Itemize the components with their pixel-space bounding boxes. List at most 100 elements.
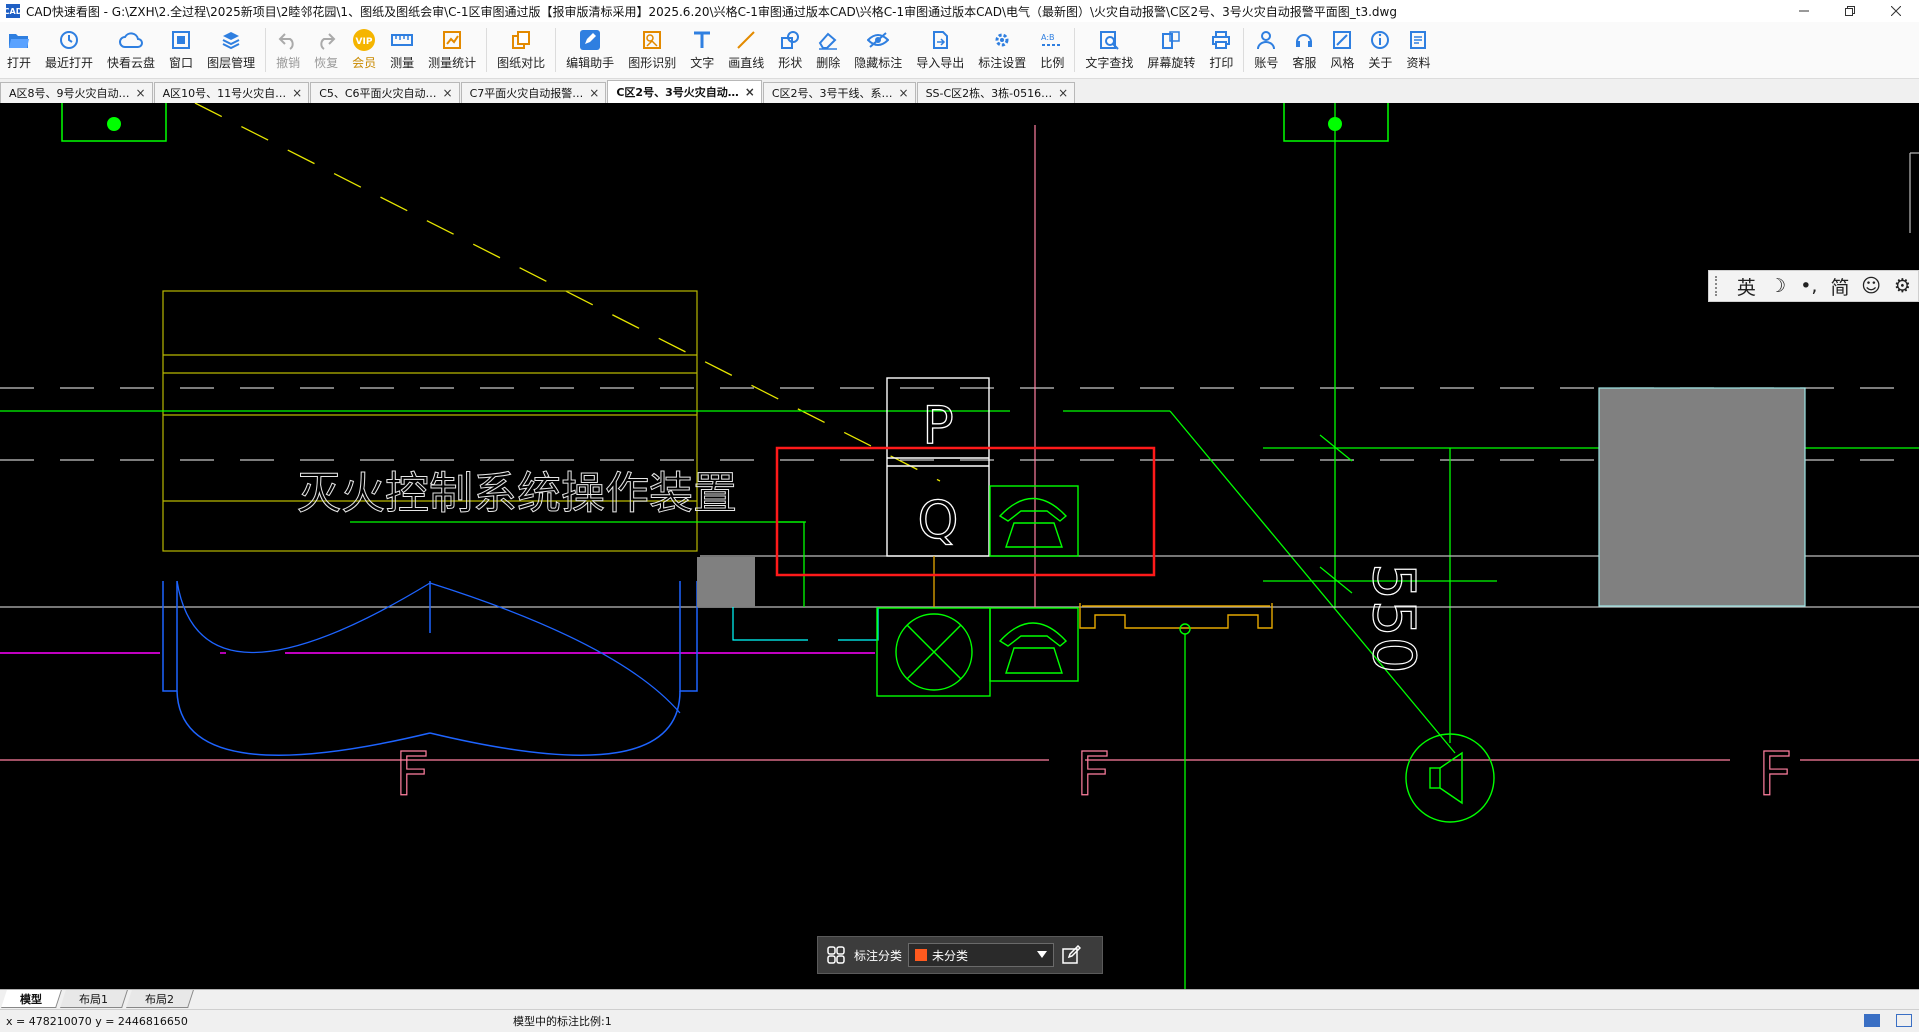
eraser-icon bbox=[819, 32, 838, 50]
headset-icon bbox=[1296, 34, 1313, 47]
rotate-screen-button[interactable]: 屏幕旋转 bbox=[1140, 22, 1202, 78]
text-search-icon bbox=[1100, 31, 1120, 50]
app-logo-icon: CAD bbox=[4, 4, 22, 18]
close-tab-icon[interactable]: × bbox=[443, 86, 453, 100]
gray-square bbox=[697, 557, 755, 607]
shape-recognize-button[interactable]: 图形识别 bbox=[621, 22, 683, 78]
tab-a-10-11[interactable]: A区10号、11号火灾自… × bbox=[153, 82, 310, 103]
account-button[interactable]: 账号 bbox=[1247, 22, 1285, 78]
drag-grip-icon[interactable] bbox=[1715, 276, 1723, 296]
style-icon bbox=[1333, 31, 1352, 49]
tab-c-2-3-trunk[interactable]: C区2号、3号干线、系… × bbox=[762, 82, 916, 103]
shape-button[interactable]: 形状 bbox=[771, 22, 809, 78]
ime-punctuation-toggle[interactable]: •, bbox=[1793, 275, 1824, 297]
document-tab-bar: A区8号、9号火灾自动… × A区10号、11号火灾自… × C5、C6平面火灾自动… bbox=[0, 79, 1919, 104]
annotation-category-select[interactable]: 未分类 bbox=[908, 943, 1055, 967]
main-toolbar: 打开 最近打开 快看云盘 窗口 图层管理 撤销 恢复 VIP 会员 测量 测量统… bbox=[0, 22, 1919, 79]
compare-button[interactable]: 图纸对比 bbox=[490, 22, 552, 78]
user-icon bbox=[1257, 31, 1276, 50]
status-bar: x = 478210070 y = 2446816650 模型中的标注比例:1 bbox=[0, 1009, 1919, 1032]
tab-c-2-3-active[interactable]: C区2号、3号火灾自动… × bbox=[607, 80, 762, 103]
shape-recognize-icon bbox=[643, 31, 662, 49]
status-view-icon[interactable] bbox=[1864, 1014, 1880, 1027]
undo-icon bbox=[278, 33, 294, 50]
import-export-icon bbox=[933, 31, 949, 49]
info-icon bbox=[1371, 31, 1390, 49]
tab-layout-1[interactable]: 布局1 bbox=[60, 990, 128, 1008]
open-button[interactable]: 打开 bbox=[0, 22, 38, 78]
annotation-scale: 模型中的标注比例:1 bbox=[513, 1015, 612, 1028]
minimize-button[interactable] bbox=[1781, 0, 1827, 22]
layer-manager-button[interactable]: 图层管理 bbox=[200, 22, 262, 78]
tab-ss-c-2-3[interactable]: SS-C区2栋、3栋-0516… × bbox=[916, 82, 1076, 103]
import-export-button[interactable]: 导入导出 bbox=[909, 22, 971, 78]
redo-button[interactable]: 恢复 bbox=[307, 22, 345, 78]
scale-icon: A:B bbox=[1041, 33, 1063, 46]
close-tab-icon[interactable]: × bbox=[136, 86, 146, 100]
ime-toolbar: 英 ☽ •, 简 ☺ ⚙ bbox=[1708, 270, 1919, 302]
documents-icon bbox=[1410, 31, 1427, 49]
annotation-settings-icon bbox=[995, 33, 1009, 47]
cursor-coordinates: x = 478210070 y = 2446816650 bbox=[6, 1014, 188, 1028]
tab-model[interactable]: 模型 bbox=[1, 990, 62, 1008]
ime-english-toggle[interactable]: 英 bbox=[1731, 273, 1762, 300]
close-tab-icon[interactable]: × bbox=[1058, 86, 1068, 100]
measure-button[interactable]: 测量 bbox=[383, 22, 421, 78]
ime-settings-icon[interactable]: ⚙ bbox=[1887, 275, 1918, 297]
text-search-button[interactable]: 文字查找 bbox=[1078, 22, 1140, 78]
cad-drawing-canvas[interactable]: 灭火控制系统操作装置 P Q 550 F F F bbox=[0, 103, 1919, 989]
undo-button[interactable]: 撤销 bbox=[269, 22, 307, 78]
annotation-edit-button[interactable] bbox=[1054, 945, 1088, 965]
print-button[interactable]: 打印 bbox=[1202, 22, 1240, 78]
measure-stats-icon bbox=[443, 31, 462, 49]
toolbar-separator bbox=[1074, 28, 1076, 72]
printer-icon bbox=[1212, 31, 1231, 49]
tab-c7[interactable]: C7平面火灾自动报警… × bbox=[460, 82, 607, 103]
edit-icon bbox=[1062, 945, 1082, 964]
gray-column-block bbox=[1598, 387, 1806, 607]
close-tab-icon[interactable]: × bbox=[589, 86, 599, 100]
clock-icon bbox=[60, 31, 79, 49]
ime-emoji-icon[interactable]: ☺ bbox=[1856, 275, 1887, 297]
about-button[interactable]: 关于 bbox=[1361, 22, 1399, 78]
close-tab-icon[interactable]: × bbox=[899, 86, 909, 100]
close-tab-icon[interactable]: × bbox=[745, 85, 755, 99]
documents-button[interactable]: 资料 bbox=[1399, 22, 1437, 78]
cloud-icon bbox=[119, 32, 144, 48]
toolbar-separator bbox=[486, 28, 488, 72]
draw-line-button[interactable]: 画直线 bbox=[721, 22, 771, 78]
delete-button[interactable]: 删除 bbox=[809, 22, 847, 78]
restore-button[interactable] bbox=[1827, 0, 1873, 22]
recent-open-button[interactable]: 最近打开 bbox=[38, 22, 100, 78]
tab-a-8-9[interactable]: A区8号、9号火灾自动… × bbox=[0, 82, 153, 103]
ime-moon-icon[interactable]: ☽ bbox=[1762, 275, 1793, 297]
annotation-grid-button[interactable] bbox=[818, 946, 854, 964]
cloud-drive-button[interactable]: 快看云盘 bbox=[100, 22, 162, 78]
shape-icon bbox=[781, 31, 800, 49]
label-f-mid: F bbox=[1076, 740, 1111, 810]
edit-assistant-button[interactable]: 编辑助手 bbox=[559, 22, 621, 78]
style-button[interactable]: 风格 bbox=[1323, 22, 1361, 78]
window-button[interactable]: 窗口 bbox=[162, 22, 200, 78]
svg-text:VIP: VIP bbox=[356, 37, 373, 47]
label-f-right: F bbox=[1758, 740, 1793, 810]
toolbar-separator bbox=[555, 28, 557, 72]
vip-button[interactable]: VIP 会员 bbox=[345, 22, 383, 78]
label-extinguishing-control: 灭火控制系统操作装置 bbox=[297, 468, 737, 519]
hide-annotation-button[interactable]: 隐藏标注 bbox=[847, 22, 909, 78]
close-tab-icon[interactable]: × bbox=[292, 86, 302, 100]
toolbar-separator bbox=[1243, 28, 1245, 72]
close-window-button[interactable] bbox=[1873, 0, 1919, 22]
measure-stats-button[interactable]: 测量统计 bbox=[421, 22, 483, 78]
annotation-settings-button[interactable]: 标注设置 bbox=[971, 22, 1033, 78]
label-f-left: F bbox=[395, 740, 430, 810]
text-icon bbox=[694, 31, 711, 48]
status-monitor-icon[interactable] bbox=[1896, 1014, 1912, 1027]
ime-simplified-toggle[interactable]: 简 bbox=[1824, 273, 1855, 300]
customer-service-button[interactable]: 客服 bbox=[1285, 22, 1323, 78]
scale-button[interactable]: A:B 比例 bbox=[1033, 22, 1071, 78]
tab-c5-c6[interactable]: C5、C6平面火灾自动… × bbox=[310, 82, 460, 103]
redo-icon bbox=[320, 33, 336, 50]
text-button[interactable]: 文字 bbox=[683, 22, 721, 78]
tab-layout-2[interactable]: 布局2 bbox=[126, 990, 194, 1008]
